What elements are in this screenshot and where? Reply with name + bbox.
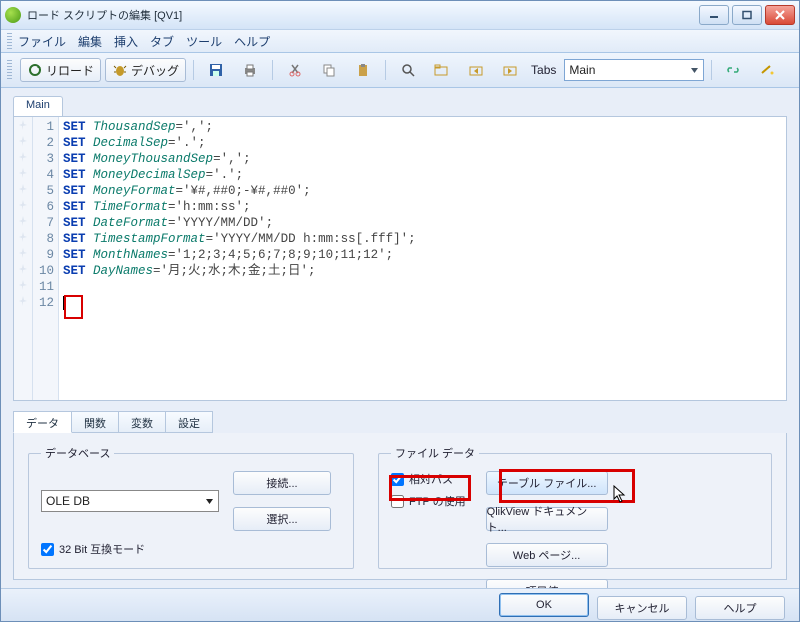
menu-bar: ファイル 編集 挿入 タブ ツール ヘルプ (1, 30, 799, 53)
webpage-button[interactable]: Web ページ... (486, 543, 608, 567)
script-editor[interactable]: 123456789101112 SET ThousandSep=',';SET … (14, 117, 786, 400)
print-button[interactable] (235, 58, 265, 82)
toolbar-grip-icon (7, 60, 12, 80)
editor-frame: 123456789101112 SET ThousandSep=',';SET … (13, 116, 787, 401)
save-button[interactable] (201, 58, 231, 82)
fieldval-button[interactable]: 項目値... (486, 579, 608, 588)
ok-button[interactable]: OK (499, 593, 589, 617)
ftp-checkbox[interactable]: FTP の使用 (391, 493, 466, 509)
qvdoc-button[interactable]: QlikView ドキュメント... (486, 507, 608, 531)
cut-button[interactable] (280, 58, 310, 82)
print-icon (242, 62, 258, 78)
select-button[interactable]: 選択... (233, 507, 331, 531)
relpath-label: 相対パス (409, 471, 453, 487)
db-driver-value: OLE DB (46, 494, 90, 508)
tabs-combo[interactable]: Main (564, 59, 704, 81)
compat-checkbox-input[interactable] (41, 543, 54, 556)
reload-button[interactable]: リロード (20, 58, 101, 82)
copy-icon (321, 62, 337, 78)
tab-add-icon (434, 62, 450, 78)
help-button[interactable]: ヘルプ (695, 596, 785, 620)
save-icon (208, 62, 224, 78)
find-button[interactable] (393, 58, 423, 82)
tablefile-button[interactable]: テーブル ファイル... (486, 471, 608, 495)
compat-checkbox[interactable]: 32 Bit 互換モード (41, 541, 341, 557)
client-area: Main 123456789101112 SET ThousandSep=','… (1, 88, 799, 588)
menu-tab[interactable]: タブ (150, 33, 174, 50)
database-fieldset: データベース OLE DB 接続... 選択... 32 Bit 互換モード (28, 445, 354, 569)
bottom-panel: データベース OLE DB 接続... 選択... 32 Bit 互換モード (13, 433, 787, 580)
menu-edit[interactable]: 編集 (78, 33, 102, 50)
ftp-checkbox-input[interactable] (391, 495, 404, 508)
window-title: ロード スクリプトの編集 [QV1] (27, 7, 699, 23)
tab-add-button[interactable] (427, 58, 457, 82)
menu-insert[interactable]: 挿入 (114, 33, 138, 50)
compat-label: 32 Bit 互換モード (59, 541, 145, 557)
gutter: 123456789101112 (14, 117, 59, 400)
filedata-legend: ファイル データ (391, 445, 479, 461)
chevron-down-icon (205, 497, 214, 506)
tabs-label: Tabs (531, 63, 556, 77)
debug-label: デバッグ (131, 62, 179, 79)
ftp-label: FTP の使用 (409, 493, 466, 509)
footer: OK キャンセル ヘルプ (1, 588, 799, 621)
title-bar: ロード スクリプトの編集 [QV1] (1, 1, 799, 30)
bookmark-gutter (14, 117, 33, 400)
filedata-fieldset: ファイル データ 相対パス FTP の使用 テーブル ファイル... (378, 445, 772, 569)
bug-icon (112, 62, 128, 78)
paste-button[interactable] (348, 58, 378, 82)
maximize-button[interactable] (732, 5, 762, 25)
close-button[interactable] (765, 5, 795, 25)
debug-button[interactable]: デバッグ (105, 58, 186, 82)
bottom-tabstrip: データ 関数 変数 設定 (13, 411, 787, 433)
tab-function[interactable]: 関数 (72, 411, 119, 433)
toolbar: リロード デバッグ Tabs Main (1, 53, 799, 88)
tab-variable[interactable]: 変数 (119, 411, 166, 433)
reload-icon (27, 62, 43, 78)
menu-grip-icon (7, 33, 12, 49)
tabs-combo-value: Main (569, 63, 595, 77)
tab-data[interactable]: データ (13, 411, 72, 433)
db-driver-combo[interactable]: OLE DB (41, 490, 219, 512)
code-area[interactable]: SET ThousandSep=',';SET DecimalSep='.';S… (59, 117, 786, 400)
menu-tools[interactable]: ツール (186, 33, 222, 50)
connect-button[interactable]: 接続... (233, 471, 331, 495)
window: ロード スクリプトの編集 [QV1] ファイル 編集 挿入 タブ ツール ヘルプ (0, 0, 800, 622)
relpath-checkbox-input[interactable] (391, 473, 404, 486)
copy-button[interactable] (314, 58, 344, 82)
menu-file[interactable]: ファイル (18, 33, 66, 50)
script-tab-main[interactable]: Main (13, 96, 63, 116)
mouse-cursor-icon (613, 485, 627, 506)
tab-prev-icon (468, 62, 484, 78)
reload-label: リロード (46, 62, 94, 79)
link-icon (726, 62, 742, 78)
app-icon (5, 7, 21, 23)
menu-help[interactable]: ヘルプ (234, 33, 270, 50)
tab-settings[interactable]: 設定 (166, 411, 213, 433)
arrow-sparkle-icon (760, 62, 776, 78)
line-numbers: 123456789101112 (33, 117, 58, 400)
chevron-down-icon (690, 66, 699, 75)
database-legend: データベース (41, 445, 114, 461)
relpath-checkbox[interactable]: 相対パス (391, 471, 466, 487)
cancel-button[interactable]: キャンセル (597, 596, 687, 620)
tab-next-button[interactable] (495, 58, 525, 82)
tab-next-icon (502, 62, 518, 78)
link-button[interactable] (719, 58, 749, 82)
tab-prev-button[interactable] (461, 58, 491, 82)
wizard-button[interactable] (753, 58, 783, 82)
paste-icon (355, 62, 371, 78)
minimize-button[interactable] (699, 5, 729, 25)
cut-icon (287, 62, 303, 78)
search-icon (400, 62, 416, 78)
